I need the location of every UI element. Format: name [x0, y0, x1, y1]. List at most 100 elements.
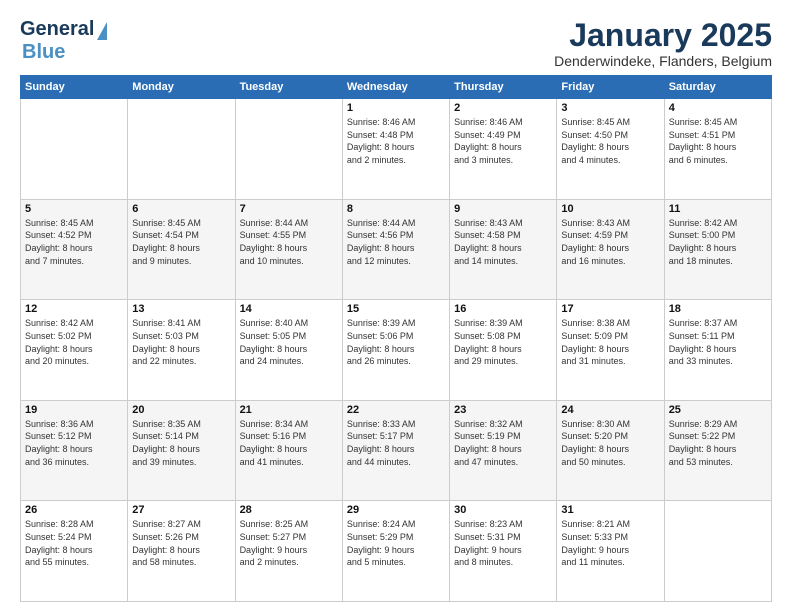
day-info-text: Sunrise: 8:28 AM Sunset: 5:24 PM Dayligh…: [25, 518, 123, 568]
cell-week4-day4: 23Sunrise: 8:32 AM Sunset: 5:19 PM Dayli…: [450, 400, 557, 501]
cell-week5-day5: 31 Sunrise: 8:21 AM Sunset: 5:33 PM Dayli…: [557, 501, 664, 602]
day-info-text: Sunrise: 8:45 AM Sunset: 4:50 PM Dayligh…: [561, 116, 659, 166]
day-number: 30: [454, 504, 552, 516]
day-number: 31: [561, 504, 659, 516]
cell-week5-day6: [664, 501, 771, 602]
day-number: 19: [25, 404, 123, 416]
logo: General Blue: [20, 18, 107, 64]
day-number: 7: [240, 203, 338, 215]
cell-week1-day5: 3 Sunrise: 8:45 AM Sunset: 4:50 PM Daylig…: [557, 99, 664, 200]
cell-week3-day6: 18 Sunrise: 8:37 AM Sunset: 5:11 PM Dayli…: [664, 300, 771, 401]
title-block: January 2025 Denderwindeke, Flanders, Be…: [554, 18, 772, 69]
day-info-text: Sunrise: 8:39 AM Sunset: 5:08 PM Dayligh…: [454, 317, 552, 367]
logo-general: General: [20, 18, 94, 41]
day-info-text: Sunrise: 8:21 AM Sunset: 5:33 PM Dayligh…: [561, 518, 659, 568]
cell-week1-day1: [128, 99, 235, 200]
cell-week3-day2: 14 Sunrise: 8:40 AM Sunset: 5:05 PM Dayli…: [235, 300, 342, 401]
day-number: 28: [240, 504, 338, 516]
day-number: 21: [240, 404, 338, 416]
day-number: 18: [669, 303, 767, 315]
cell-week2-day1: 6 Sunrise: 8:45 AM Sunset: 4:54 PM Daylig…: [128, 199, 235, 300]
header-monday: Monday: [128, 76, 235, 99]
day-number: 24: [561, 404, 659, 416]
weekday-header-row: Sunday Monday Tuesday Wednesday Thursday…: [21, 76, 772, 99]
day-info-text: Sunrise: 8:44 AM Sunset: 4:56 PM Dayligh…: [347, 217, 445, 267]
day-number: 4: [669, 102, 767, 114]
cell-week1-day2: [235, 99, 342, 200]
day-number: 26: [25, 504, 123, 516]
calendar-page: General Blue January 2025 Denderwindeke,…: [0, 0, 792, 612]
day-info-text: Sunrise: 8:45 AM Sunset: 4:51 PM Dayligh…: [669, 116, 767, 166]
day-number: 6: [132, 203, 230, 215]
day-number: 1: [347, 102, 445, 114]
day-info-text: Sunrise: 8:36 AM Sunset: 5:12 PM Dayligh…: [25, 418, 123, 468]
cell-week3-day5: 17Sunrise: 8:38 AM Sunset: 5:09 PM Dayli…: [557, 300, 664, 401]
day-number: 27: [132, 504, 230, 516]
day-info-text: Sunrise: 8:29 AM Sunset: 5:22 PM Dayligh…: [669, 418, 767, 468]
cell-week3-day1: 13Sunrise: 8:41 AM Sunset: 5:03 PM Dayli…: [128, 300, 235, 401]
cell-week4-day5: 24 Sunrise: 8:30 AM Sunset: 5:20 PM Dayli…: [557, 400, 664, 501]
cell-week5-day0: 26 Sunrise: 8:28 AM Sunset: 5:24 PM Dayli…: [21, 501, 128, 602]
day-number: 3: [561, 102, 659, 114]
cell-week2-day4: 9Sunrise: 8:43 AM Sunset: 4:58 PM Daylig…: [450, 199, 557, 300]
cell-week1-day4: 2 Sunrise: 8:46 AM Sunset: 4:49 PM Daylig…: [450, 99, 557, 200]
cell-week4-day2: 21Sunrise: 8:34 AM Sunset: 5:16 PM Dayli…: [235, 400, 342, 501]
day-info-text: Sunrise: 8:27 AM Sunset: 5:26 PM Dayligh…: [132, 518, 230, 568]
logo-blue: Blue: [22, 41, 65, 64]
day-info-text: Sunrise: 8:30 AM Sunset: 5:20 PM Dayligh…: [561, 418, 659, 468]
location-subtitle: Denderwindeke, Flanders, Belgium: [554, 53, 772, 69]
header-thursday: Thursday: [450, 76, 557, 99]
day-number: 5: [25, 203, 123, 215]
day-info-text: Sunrise: 8:40 AM Sunset: 5:05 PM Dayligh…: [240, 317, 338, 367]
day-number: 20: [132, 404, 230, 416]
cell-week4-day1: 20 Sunrise: 8:35 AM Sunset: 5:14 PM Dayli…: [128, 400, 235, 501]
day-info-text: Sunrise: 8:43 AM Sunset: 4:58 PM Dayligh…: [454, 217, 552, 267]
cell-week5-day3: 29 Sunrise: 8:24 AM Sunset: 5:29 PM Dayli…: [342, 501, 449, 602]
cell-week1-day6: 4 Sunrise: 8:45 AM Sunset: 4:51 PM Daylig…: [664, 99, 771, 200]
cell-week2-day2: 7 Sunrise: 8:44 AM Sunset: 4:55 PM Daylig…: [235, 199, 342, 300]
day-info-text: Sunrise: 8:45 AM Sunset: 4:52 PM Dayligh…: [25, 217, 123, 267]
day-info-text: Sunrise: 8:43 AM Sunset: 4:59 PM Dayligh…: [561, 217, 659, 267]
cell-week1-day0: [21, 99, 128, 200]
day-info-text: Sunrise: 8:46 AM Sunset: 4:48 PM Dayligh…: [347, 116, 445, 166]
day-number: 2: [454, 102, 552, 114]
day-info-text: Sunrise: 8:25 AM Sunset: 5:27 PM Dayligh…: [240, 518, 338, 568]
day-info-text: Sunrise: 8:38 AM Sunset: 5:09 PM Dayligh…: [561, 317, 659, 367]
day-info-text: Sunrise: 8:37 AM Sunset: 5:11 PM Dayligh…: [669, 317, 767, 367]
day-number: 8: [347, 203, 445, 215]
week-row-1: 1 Sunrise: 8:46 AM Sunset: 4:48 PM Daylig…: [21, 99, 772, 200]
header-saturday: Saturday: [664, 76, 771, 99]
day-number: 12: [25, 303, 123, 315]
cell-week1-day3: 1 Sunrise: 8:46 AM Sunset: 4:48 PM Daylig…: [342, 99, 449, 200]
week-row-4: 19 Sunrise: 8:36 AM Sunset: 5:12 PM Dayli…: [21, 400, 772, 501]
day-number: 25: [669, 404, 767, 416]
day-info-text: Sunrise: 8:24 AM Sunset: 5:29 PM Dayligh…: [347, 518, 445, 568]
day-number: 29: [347, 504, 445, 516]
cell-week3-day4: 16Sunrise: 8:39 AM Sunset: 5:08 PM Dayli…: [450, 300, 557, 401]
cell-week4-day3: 22Sunrise: 8:33 AM Sunset: 5:17 PM Dayli…: [342, 400, 449, 501]
day-info-text: Sunrise: 8:41 AM Sunset: 5:03 PM Dayligh…: [132, 317, 230, 367]
header-friday: Friday: [557, 76, 664, 99]
cell-week5-day1: 27 Sunrise: 8:27 AM Sunset: 5:26 PM Dayli…: [128, 501, 235, 602]
day-info-text: Sunrise: 8:44 AM Sunset: 4:55 PM Dayligh…: [240, 217, 338, 267]
cell-week2-day6: 11 Sunrise: 8:42 AM Sunset: 5:00 PM Dayli…: [664, 199, 771, 300]
day-info-text: Sunrise: 8:42 AM Sunset: 5:00 PM Dayligh…: [669, 217, 767, 267]
day-info-text: Sunrise: 8:35 AM Sunset: 5:14 PM Dayligh…: [132, 418, 230, 468]
cell-week4-day6: 25 Sunrise: 8:29 AM Sunset: 5:22 PM Dayli…: [664, 400, 771, 501]
week-row-3: 12 Sunrise: 8:42 AM Sunset: 5:02 PM Dayli…: [21, 300, 772, 401]
day-info-text: Sunrise: 8:45 AM Sunset: 4:54 PM Dayligh…: [132, 217, 230, 267]
day-info-text: Sunrise: 8:23 AM Sunset: 5:31 PM Dayligh…: [454, 518, 552, 568]
cell-week2-day0: 5 Sunrise: 8:45 AM Sunset: 4:52 PM Daylig…: [21, 199, 128, 300]
cell-week4-day0: 19 Sunrise: 8:36 AM Sunset: 5:12 PM Dayli…: [21, 400, 128, 501]
day-info-text: Sunrise: 8:32 AM Sunset: 5:19 PM Dayligh…: [454, 418, 552, 468]
day-info-text: Sunrise: 8:39 AM Sunset: 5:06 PM Dayligh…: [347, 317, 445, 367]
week-row-5: 26 Sunrise: 8:28 AM Sunset: 5:24 PM Dayli…: [21, 501, 772, 602]
day-number: 11: [669, 203, 767, 215]
day-info-text: Sunrise: 8:42 AM Sunset: 5:02 PM Dayligh…: [25, 317, 123, 367]
day-info-text: Sunrise: 8:46 AM Sunset: 4:49 PM Dayligh…: [454, 116, 552, 166]
cell-week2-day3: 8 Sunrise: 8:44 AM Sunset: 4:56 PM Daylig…: [342, 199, 449, 300]
day-number: 14: [240, 303, 338, 315]
day-number: 10: [561, 203, 659, 215]
day-info-text: Sunrise: 8:33 AM Sunset: 5:17 PM Dayligh…: [347, 418, 445, 468]
calendar-table: Sunday Monday Tuesday Wednesday Thursday…: [20, 75, 772, 602]
